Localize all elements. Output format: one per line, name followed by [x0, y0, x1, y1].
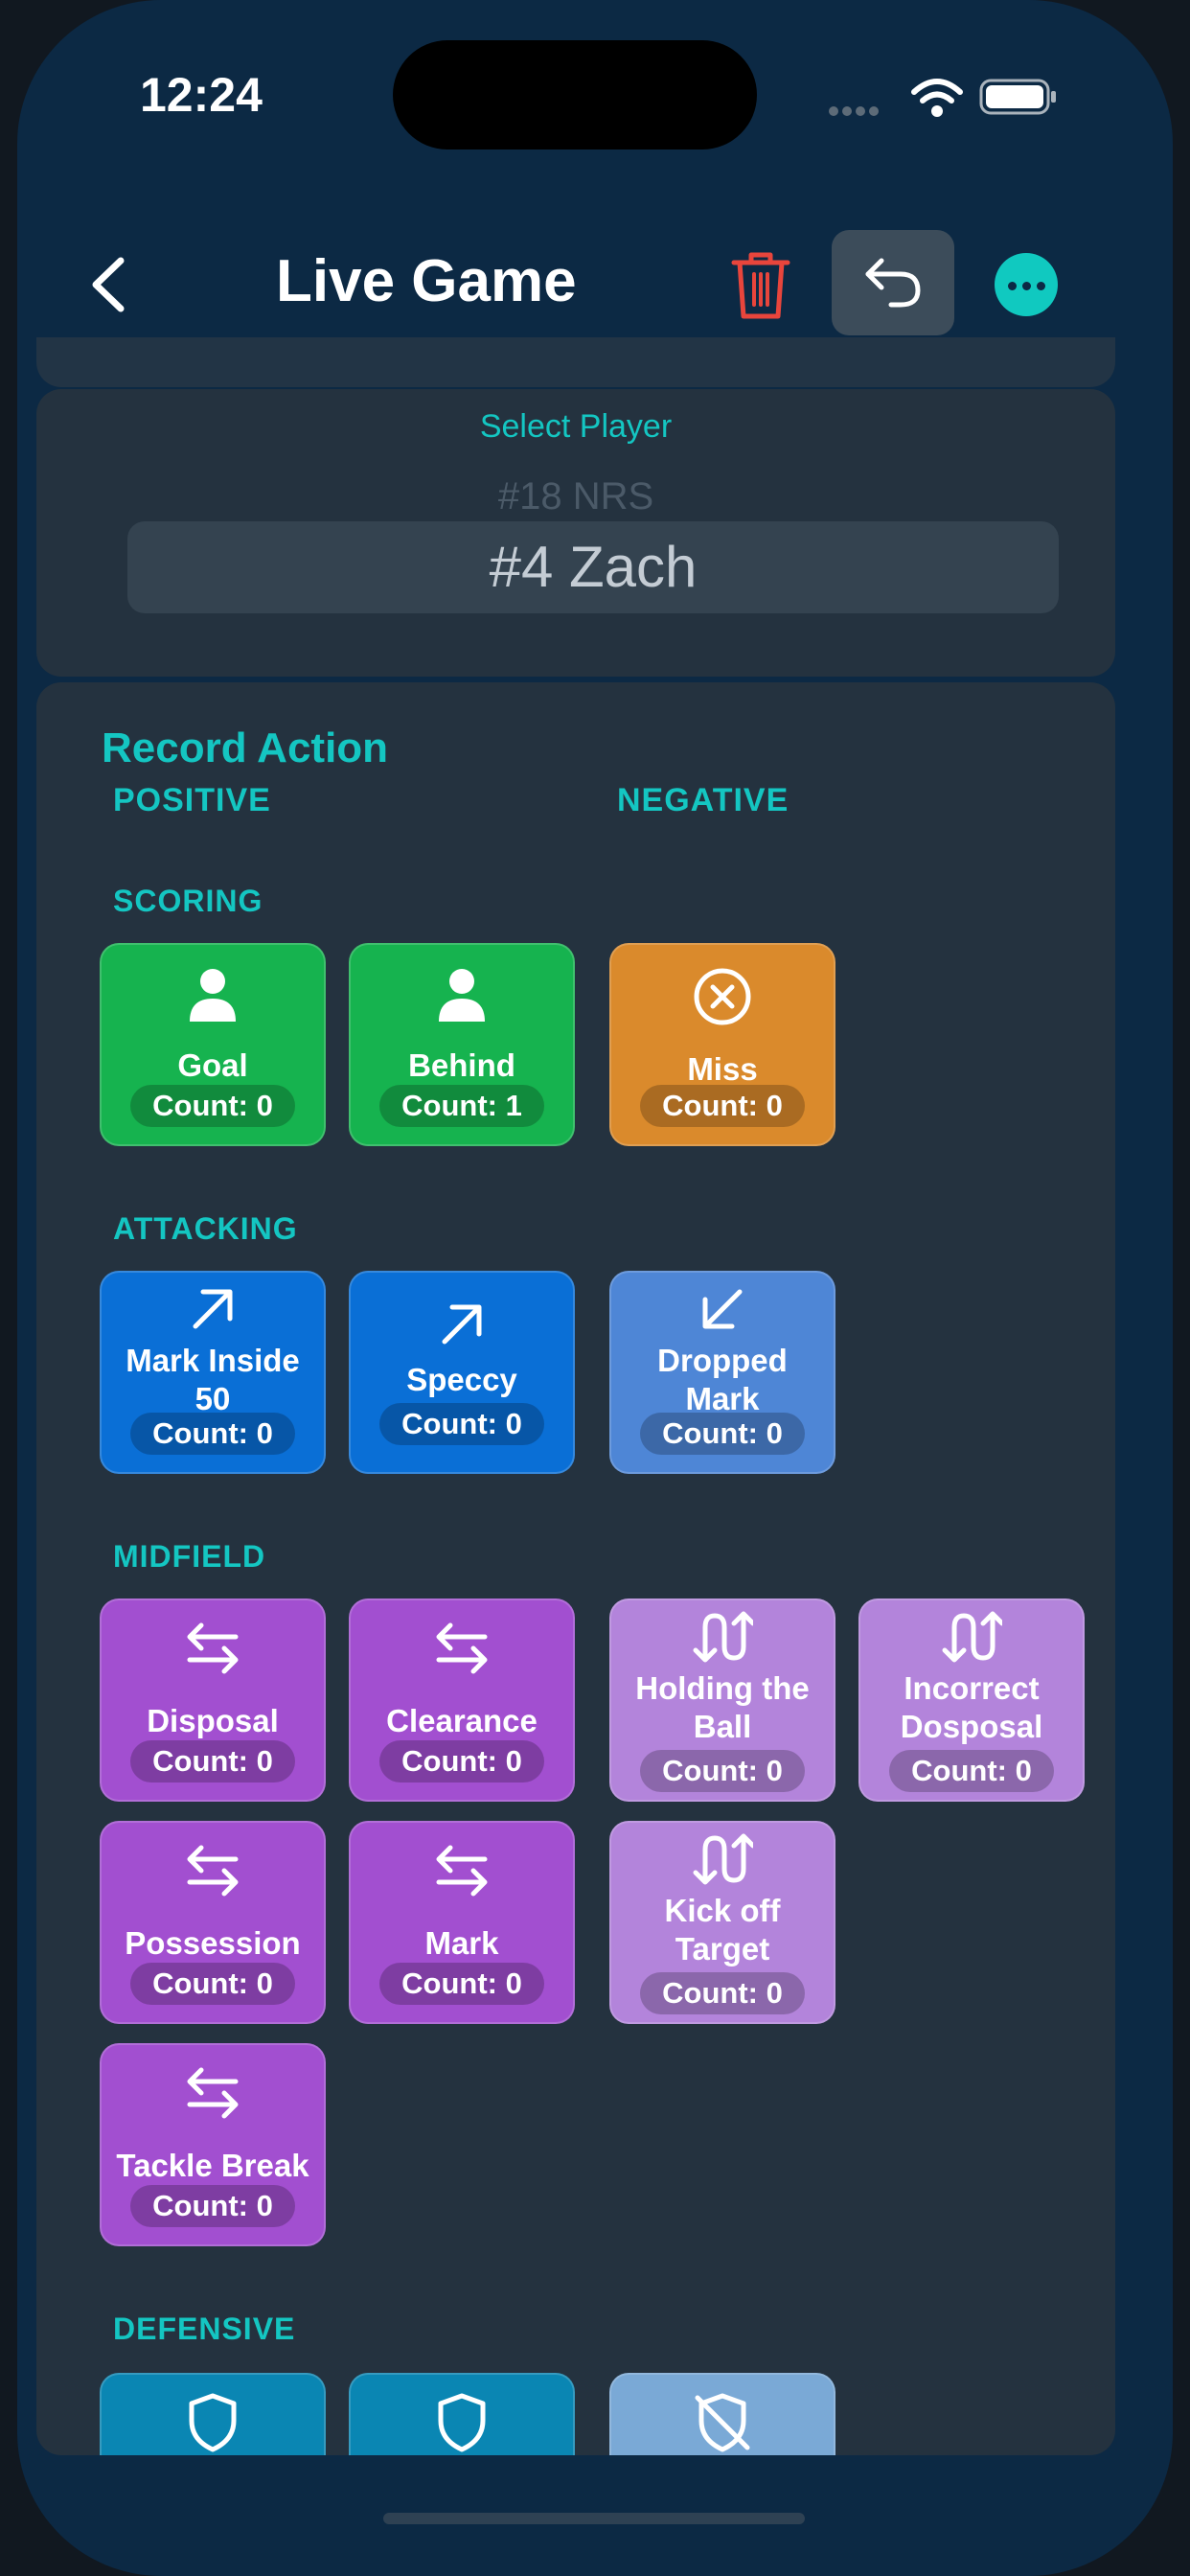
disposal-button[interactable]: Disposal Count: 0 — [100, 1598, 326, 1802]
positive-column-header: POSITIVE — [113, 782, 271, 818]
cellular-signal-icon — [829, 104, 886, 116]
clearance-button[interactable]: Clearance Count: 0 — [349, 1598, 575, 1802]
arrows-left-right-icon — [187, 1622, 239, 1674]
page-title: Live Game — [276, 248, 577, 314]
back-icon[interactable] — [80, 251, 138, 318]
speccy-button[interactable]: Speccy Count: 0 — [349, 1271, 575, 1474]
arrows-left-right-icon — [187, 1845, 239, 1897]
wifi-icon — [910, 77, 964, 119]
section-scoring: SCORING — [113, 884, 263, 918]
undo-button[interactable] — [832, 230, 954, 335]
behind-button[interactable]: Behind Count: 1 — [349, 943, 575, 1146]
holding-the-ball-count: Count: 0 — [640, 1750, 805, 1792]
section-midfield: MIDFIELD — [113, 1539, 266, 1574]
arrows-left-right-icon — [187, 2067, 239, 2119]
player-picker[interactable]: #4 Zach — [127, 521, 1059, 613]
shield-slash-icon — [695, 2393, 750, 2452]
person-icon — [439, 969, 485, 1022]
u-turn-arrows-icon — [942, 1611, 1002, 1663]
screen: 12:24 Live Game Select Player #18 NRS #4… — [17, 0, 1173, 2576]
holding-the-ball-button[interactable]: Holding the Ball Count: 0 — [609, 1598, 835, 1802]
goal-count: Count: 0 — [130, 1085, 295, 1127]
shield-icon — [438, 2393, 486, 2452]
incorrect-dosposal-count: Count: 0 — [889, 1750, 1054, 1792]
dropped-mark-button[interactable]: Dropped Mark Count: 0 — [609, 1271, 835, 1474]
mark-inside-50-count: Count: 0 — [130, 1413, 295, 1455]
person-icon — [190, 969, 236, 1022]
u-turn-arrows-icon — [693, 1611, 753, 1663]
collapsed-card-edge — [36, 337, 1115, 387]
mark-inside-50-label: Mark Inside 50 — [126, 1343, 300, 1416]
section-defensive: DEFENSIVE — [113, 2312, 296, 2346]
u-turn-arrows-icon — [693, 1833, 753, 1885]
dropped-mark-count: Count: 0 — [640, 1413, 805, 1455]
x-circle-icon — [694, 968, 751, 1025]
record-action-title: Record Action — [102, 724, 389, 771]
defensive-negative-button-1[interactable] — [609, 2373, 835, 2455]
tackle-break-label: Tackle Break — [116, 2148, 309, 2183]
possession-button[interactable]: Possession Count: 0 — [100, 1821, 326, 2024]
miss-label: Miss — [687, 1051, 758, 1087]
selected-player: #4 Zach — [489, 535, 698, 599]
section-attacking: ATTACKING — [113, 1211, 298, 1246]
miss-count: Count: 0 — [640, 1085, 805, 1127]
incorrect-dosposal-button[interactable]: Incorrect Dosposal Count: 0 — [858, 1598, 1085, 1802]
home-indicator[interactable] — [383, 2513, 805, 2524]
shield-icon — [189, 2393, 237, 2452]
trash-icon[interactable] — [728, 247, 793, 322]
select-player-label: Select Player — [479, 408, 673, 445]
speccy-count: Count: 0 — [379, 1403, 544, 1445]
mark-button[interactable]: Mark Count: 0 — [349, 1821, 575, 2024]
mark-inside-50-button[interactable]: Mark Inside 50 Count: 0 — [100, 1271, 326, 1474]
miss-button[interactable]: Miss Count: 0 — [609, 943, 835, 1146]
negative-column-header: NEGATIVE — [617, 782, 790, 818]
defensive-action-button-2[interactable] — [349, 2373, 575, 2455]
speccy-label: Speccy — [406, 1362, 517, 1397]
defensive-action-button-1[interactable] — [100, 2373, 326, 2455]
arrows-left-right-icon — [436, 1622, 488, 1674]
status-bar: 12:24 — [17, 0, 1173, 211]
kick-off-target-label: Kick off Target — [664, 1893, 781, 1966]
incorrect-dosposal-label: Incorrect Dosposal — [900, 1670, 1043, 1744]
tackle-break-count: Count: 0 — [130, 2185, 295, 2227]
possession-label: Possession — [125, 1925, 301, 1961]
picker-previous-option[interactable]: #18 NRS — [36, 468, 1115, 510]
kick-off-target-button[interactable]: Kick off Target Count: 0 — [609, 1821, 835, 2024]
player-select-card: Select Player #18 NRS #4 Zach — [36, 389, 1115, 677]
disposal-count: Count: 0 — [130, 1740, 295, 1782]
arrows-left-right-icon — [436, 1845, 488, 1897]
behind-label: Behind — [408, 1047, 515, 1083]
behind-count: Count: 1 — [379, 1085, 544, 1127]
arrow-down-left-icon — [702, 1289, 743, 1329]
possession-count: Count: 0 — [130, 1963, 295, 2005]
status-time: 12:24 — [140, 68, 263, 122]
mark-label: Mark — [424, 1925, 499, 1961]
undo-icon — [865, 258, 921, 308]
goal-button[interactable]: Goal Count: 0 — [100, 943, 326, 1146]
arrow-up-right-icon — [193, 1289, 233, 1329]
device-frame: 12:24 Live Game Select Player #18 NRS #4… — [0, 0, 1190, 2576]
disposal-label: Disposal — [147, 1703, 279, 1738]
kick-off-target-count: Count: 0 — [640, 1972, 805, 2014]
record-action-card: Record Action POSITIVE NEGATIVE SCORING … — [36, 682, 1115, 2455]
battery-icon — [979, 77, 1058, 117]
goal-label: Goal — [177, 1047, 248, 1083]
mark-count: Count: 0 — [379, 1963, 544, 2005]
holding-the-ball-label: Holding the Ball — [635, 1670, 810, 1744]
dynamic-island — [393, 40, 757, 150]
navigation-bar: Live Game — [17, 230, 1173, 335]
arrow-up-right-icon — [442, 1304, 482, 1345]
clearance-label: Clearance — [386, 1703, 538, 1738]
dropped-mark-label: Dropped Mark — [657, 1343, 788, 1416]
tackle-break-button[interactable]: Tackle Break Count: 0 — [100, 2043, 326, 2246]
more-options-icon[interactable] — [995, 253, 1058, 316]
clearance-count: Count: 0 — [379, 1740, 544, 1782]
